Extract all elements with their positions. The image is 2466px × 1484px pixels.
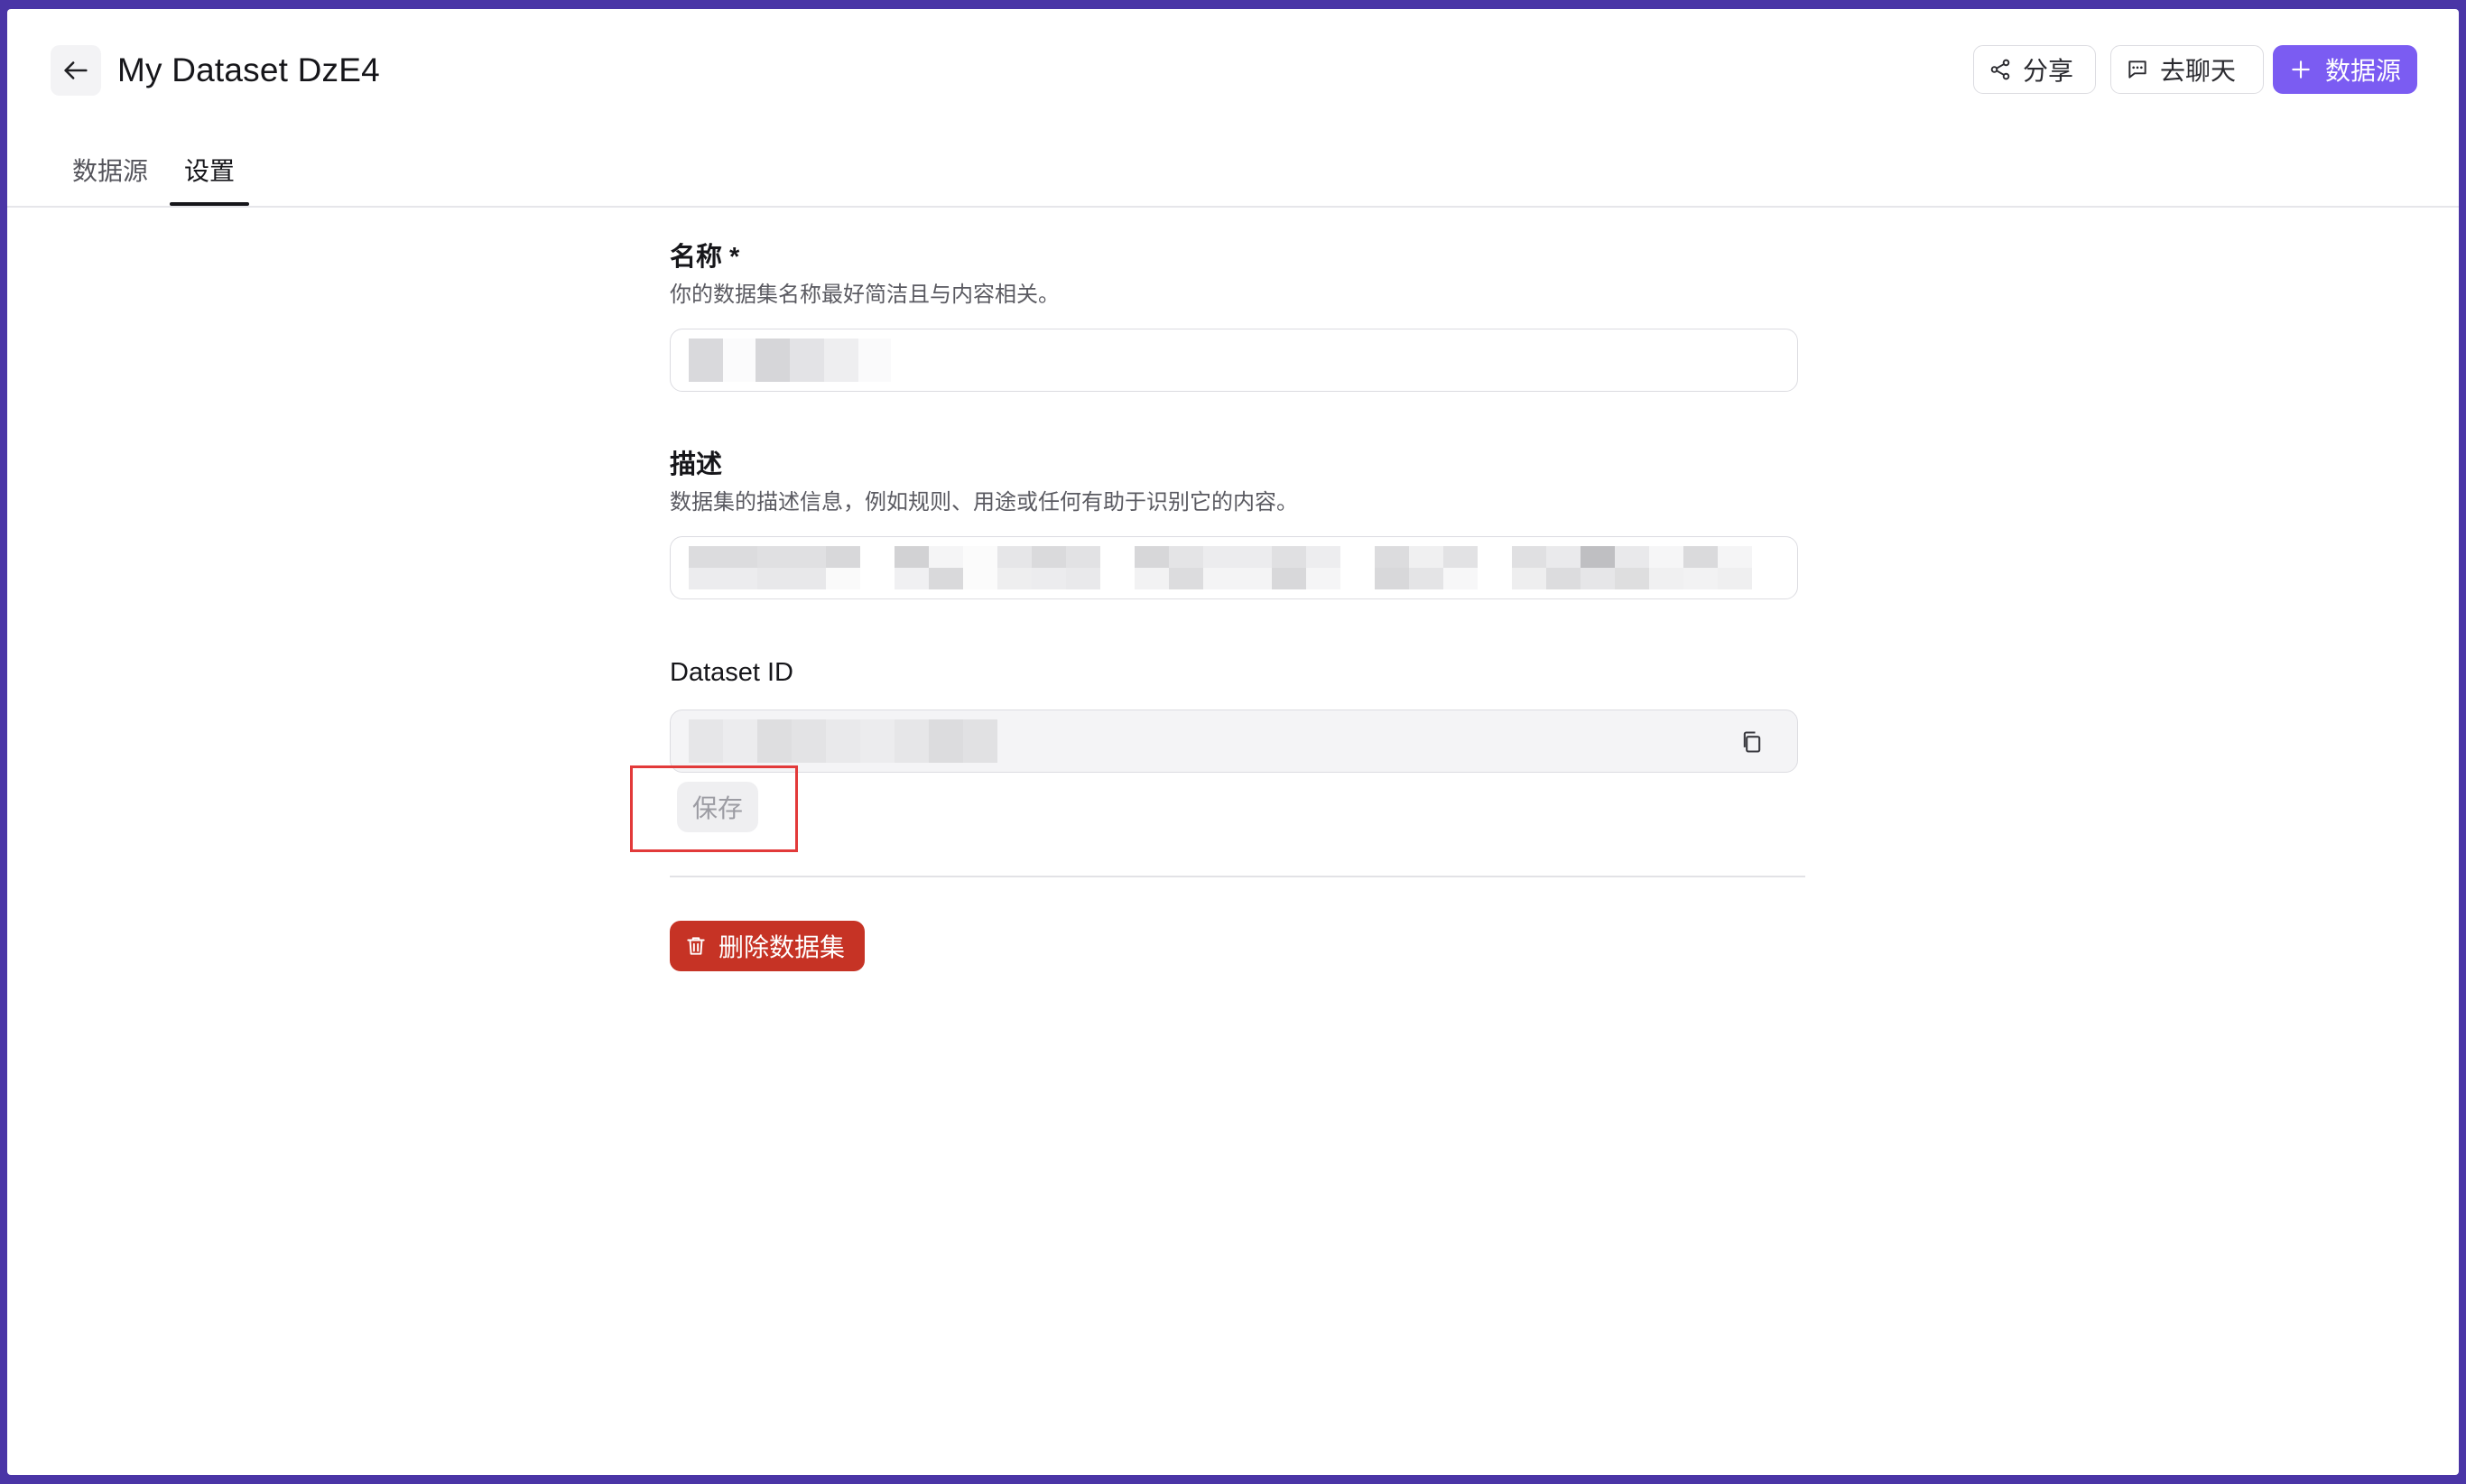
chat-label: 去聊天 [2160,57,2237,85]
plus-icon [2292,60,2310,79]
name-field-label: 名称 * [670,243,740,272]
add-datasource-label: 数据源 [2325,57,2402,85]
chat-bubble-icon [2128,60,2146,79]
tab-datasource[interactable]: 数据源 [58,153,162,190]
description-input[interactable] [670,536,1798,599]
tab-settings[interactable]: 设置 [170,153,250,206]
description-field-hint: 数据集的描述信息，例如规则、用途或任何有助于识别它的内容。 [670,490,1298,515]
tab-bar: 数据源 设置 [7,144,2459,208]
arrow-left-icon [64,61,88,79]
share-icon [1990,59,2010,80]
description-field-label: 描述 [670,450,723,479]
dataset-id-input[interactable] [670,710,1798,773]
back-button[interactable] [51,45,101,96]
obscured-value [689,719,997,763]
name-input[interactable] [670,329,1798,392]
dataset-settings-window: My Dataset DzE4 分享 去聊天 数据源 数据源 设置 名称 * 你… [7,9,2459,1475]
delete-dataset-label: 删除数据集 [718,933,846,961]
save-button[interactable]: 保存 [677,782,758,832]
add-datasource-button[interactable]: 数据源 [2273,45,2417,94]
dataset-id-field-label: Dataset ID [670,658,793,687]
chat-button[interactable]: 去聊天 [2110,45,2264,94]
share-label: 分享 [2023,57,2074,85]
delete-dataset-button[interactable]: 删除数据集 [670,921,865,971]
name-field-hint: 你的数据集名称最好简洁且与内容相关。 [670,283,1060,307]
share-button[interactable]: 分享 [1973,45,2096,94]
obscured-value [689,546,1783,589]
trash-icon [687,937,705,955]
page-title: My Dataset DzE4 [117,51,380,88]
divider [670,876,1805,877]
obscured-value [689,339,891,382]
copy-icon[interactable] [1739,728,1765,756]
settings-form: 名称 * 你的数据集名称最好简洁且与内容相关。 描述 数据集的描述信息，例如规则… [670,240,1798,773]
